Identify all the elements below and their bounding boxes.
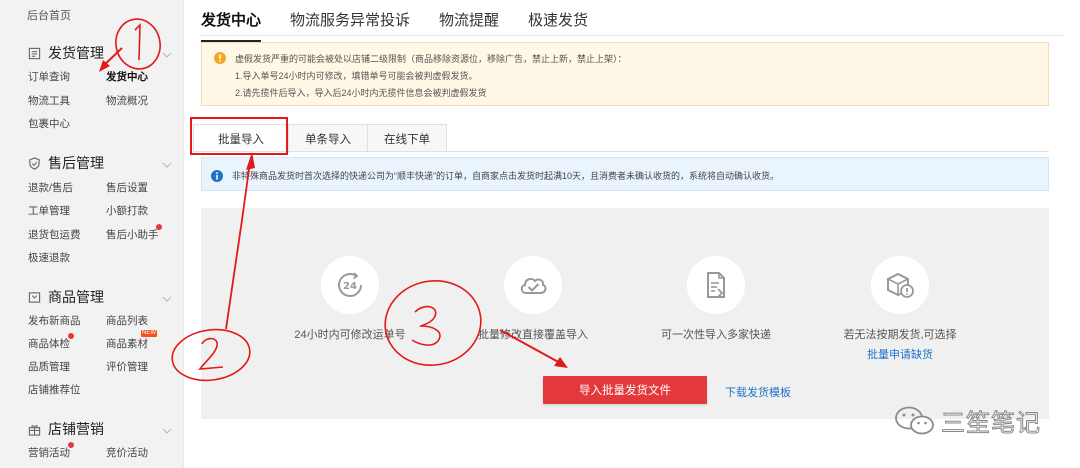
package-alert-icon	[871, 256, 929, 314]
sidebar-item-bidding[interactable]: 竞价活动	[106, 445, 148, 460]
section-label: 售后管理	[48, 155, 104, 171]
sidebar-item-store-recommend[interactable]: 店铺推荐位	[28, 382, 81, 397]
cloud-check-icon	[504, 256, 562, 314]
warning-notice: 虚假发货严重的可能会被处以店铺二级限制（商品移除资源位，移除广告，禁止上新，禁止…	[201, 42, 1049, 106]
sidebar-item-fast-refund[interactable]: 极速退款	[28, 250, 70, 265]
sidebar-item-reviews[interactable]: 评价管理	[106, 359, 148, 374]
info-icon	[211, 169, 223, 182]
chevron-down-icon[interactable]	[162, 291, 172, 302]
document-import-icon	[687, 256, 745, 314]
sidebar-item-logistics-tools[interactable]: 物流工具	[28, 93, 70, 108]
batch-import-panel: 24 24小时内可修改运单号 批量修改直接覆盖导入 可一次性导入多家快递 若无法…	[201, 208, 1049, 419]
tab-shipping-center[interactable]: 发货中心	[201, 9, 262, 42]
new-badge: NEW	[141, 330, 157, 337]
sidebar-item-quality[interactable]: 品质管理	[28, 359, 70, 374]
warning-icon	[214, 51, 226, 64]
feature-request-shortage: 若无法按期发货,可选择 批量申请缺货	[815, 256, 985, 362]
watermark: 三笙笔记	[893, 403, 1041, 438]
tab-fast-shipping[interactable]: 极速发货	[528, 9, 588, 35]
wechat-icon	[893, 404, 937, 438]
warning-line-2: 1.导入单号24小时内可修改，填错单号可能会被判虚假发货。	[235, 71, 478, 81]
feature-label: 可一次性导入多家快递	[661, 329, 771, 341]
shield-check-icon	[28, 156, 41, 170]
tab-online-order[interactable]: 在线下单	[367, 124, 447, 152]
feature-overwrite-import: 批量修改直接覆盖导入	[448, 256, 618, 342]
section-products-title[interactable]: 商品管理	[28, 287, 104, 307]
warning-line-3: 2.请先揽件后导入，导入后24小时内无揽件信息会被判虚假发货	[235, 88, 487, 98]
feature-label: 若无法按期发货,可选择	[843, 329, 957, 341]
sub-tab-divider	[193, 151, 1049, 152]
feature-label: 批量修改直接覆盖导入	[478, 329, 588, 341]
section-label: 发货管理	[48, 45, 104, 61]
sidebar: 后台首页 发货管理 订单查询 发货中心 物流工具 物流概况 包裹中心 售后管理 …	[0, 0, 184, 468]
tab-divider	[201, 35, 1064, 36]
sidebar-item-order-query[interactable]: 订单查询	[28, 69, 70, 84]
download-template-link[interactable]: 下载发货模板	[725, 384, 791, 400]
feature-multi-courier: 可一次性导入多家快递	[631, 256, 801, 342]
sidebar-item-refunds[interactable]: 退款/售后	[28, 180, 73, 195]
top-tab-bar: 发货中心 物流服务异常投诉 物流提醒 极速发货	[201, 9, 617, 42]
sidebar-item-product-list[interactable]: 商品列表	[106, 313, 148, 328]
sidebar-item-shipping-center[interactable]: 发货中心	[106, 69, 148, 84]
notification-dot	[156, 224, 162, 230]
info-text: 非特殊商品发货时首次选择的快递公司为“顺丰快递”的订单，自商家点击发货时起满10…	[232, 171, 780, 181]
section-label: 商品管理	[48, 289, 104, 305]
import-batch-file-button[interactable]: 导入批量发货文件	[543, 376, 707, 404]
sidebar-home-link[interactable]: 后台首页	[27, 7, 71, 23]
tab-logistics-complaint[interactable]: 物流服务异常投诉	[290, 9, 410, 35]
section-marketing-title[interactable]: 店铺营销	[28, 419, 104, 439]
batch-shortage-link[interactable]: 批量申请缺货	[815, 346, 985, 362]
sidebar-item-return-shipping[interactable]: 退货包运费	[28, 227, 81, 242]
tab-single-import[interactable]: 单条导入	[288, 124, 368, 152]
sidebar-item-tickets[interactable]: 工单管理	[28, 203, 70, 218]
chevron-down-icon[interactable]	[162, 47, 172, 58]
chevron-down-icon[interactable]	[162, 157, 172, 168]
sidebar-item-aftersale-settings[interactable]: 售后设置	[106, 180, 148, 195]
sidebar-item-parcel-center[interactable]: 包裹中心	[28, 116, 70, 131]
feature-label: 24小时内可修改运单号	[294, 329, 406, 341]
feature-modify-24h: 24 24小时内可修改运单号	[265, 256, 435, 342]
sidebar-item-new-product[interactable]: 发布新商品	[28, 313, 81, 328]
list-icon	[28, 47, 41, 60]
sidebar-item-small-payments[interactable]: 小额打款	[106, 203, 148, 218]
watermark-text: 三笙笔记	[941, 409, 1041, 438]
svg-text:24: 24	[343, 281, 357, 292]
info-notice: 非特殊商品发货时首次选择的快递公司为“顺丰快递”的订单，自商家点击发货时起满10…	[201, 157, 1049, 191]
chevron-down-icon[interactable]	[162, 423, 172, 434]
sidebar-item-logistics-overview[interactable]: 物流概况	[106, 93, 148, 108]
sidebar-item-aftersale-assistant[interactable]: 售后小助手	[106, 227, 159, 242]
tab-logistics-reminder[interactable]: 物流提醒	[439, 9, 499, 35]
section-label: 店铺营销	[48, 421, 104, 437]
product-box-icon	[28, 291, 41, 304]
gift-icon	[28, 423, 41, 436]
sidebar-item-product-assets[interactable]: 商品素材	[106, 336, 148, 351]
section-shipping-title[interactable]: 发货管理	[28, 43, 104, 63]
notification-dot	[68, 442, 74, 448]
sidebar-item-campaigns[interactable]: 营销活动	[28, 445, 70, 460]
notification-dot	[68, 333, 74, 339]
sidebar-item-product-check[interactable]: 商品体检	[28, 336, 70, 351]
24h-clock-icon: 24	[321, 256, 379, 314]
section-aftersale-title[interactable]: 售后管理	[28, 153, 104, 173]
warning-line-1: 虚假发货严重的可能会被处以店铺二级限制（商品移除资源位，移除广告，禁止上新，禁止…	[235, 54, 627, 64]
annotation-highlight-box	[190, 117, 288, 155]
